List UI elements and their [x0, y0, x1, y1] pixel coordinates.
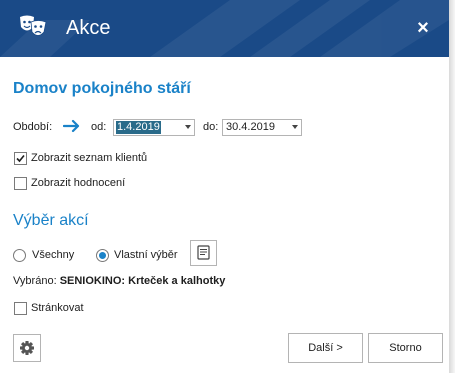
to-label: do: [203, 121, 219, 133]
show-rating-checkbox[interactable] [14, 177, 27, 190]
gear-icon [20, 341, 34, 355]
radio-selected-dot [99, 252, 106, 259]
date-to-picker[interactable]: 30.4.2019 [222, 119, 302, 136]
checkmark-icon [16, 154, 25, 163]
arrow-right-icon [63, 119, 80, 133]
paging-checkbox[interactable] [14, 302, 27, 315]
facility-heading: Domov pokojného stáří [13, 80, 191, 97]
radio-all-label[interactable]: Všechny [32, 249, 74, 261]
selected-prefix: Vybráno: [13, 275, 57, 287]
show-clients-label[interactable]: Zobrazit seznam klientů [31, 152, 147, 164]
show-rating-label[interactable]: Zobrazit hodnocení [31, 177, 125, 189]
window-title: Akce [66, 17, 111, 39]
from-label: od: [91, 121, 107, 133]
chevron-down-icon[interactable] [292, 125, 298, 129]
selected-actions-line: Vybráno: SENIOKINO: Krteček a kalhotky [13, 275, 225, 287]
title-bar[interactable]: Akce × [0, 0, 449, 57]
window-shadow [449, 0, 455, 373]
paging-label[interactable]: Stránkovat [31, 302, 84, 314]
period-label: Období: [13, 121, 53, 133]
radio-custom[interactable] [96, 249, 109, 262]
select-actions-button[interactable] [190, 240, 217, 266]
radio-all[interactable] [13, 249, 26, 262]
chevron-down-icon[interactable] [185, 125, 191, 129]
action-selection-heading: Výběr akcí [13, 212, 89, 229]
list-document-icon [197, 245, 210, 260]
show-clients-checkbox[interactable] [14, 152, 27, 165]
selected-action-value: SENIOKINO: Krteček a kalhotky [59, 275, 226, 287]
akce-dialog: Akce × Domov pokojného stáří Období: od:… [0, 0, 455, 373]
theater-masks-icon [20, 15, 47, 36]
date-from-picker[interactable]: 1.4.2019 [113, 119, 195, 136]
date-to-value[interactable]: 30.4.2019 [225, 121, 276, 134]
close-icon[interactable]: × [412, 17, 434, 39]
settings-button[interactable] [13, 334, 41, 362]
date-from-value[interactable]: 1.4.2019 [116, 121, 161, 134]
radio-custom-label[interactable]: Vlastní výběr [114, 249, 178, 261]
next-button[interactable]: Další > [288, 333, 363, 363]
cancel-button[interactable]: Storno [368, 333, 443, 363]
